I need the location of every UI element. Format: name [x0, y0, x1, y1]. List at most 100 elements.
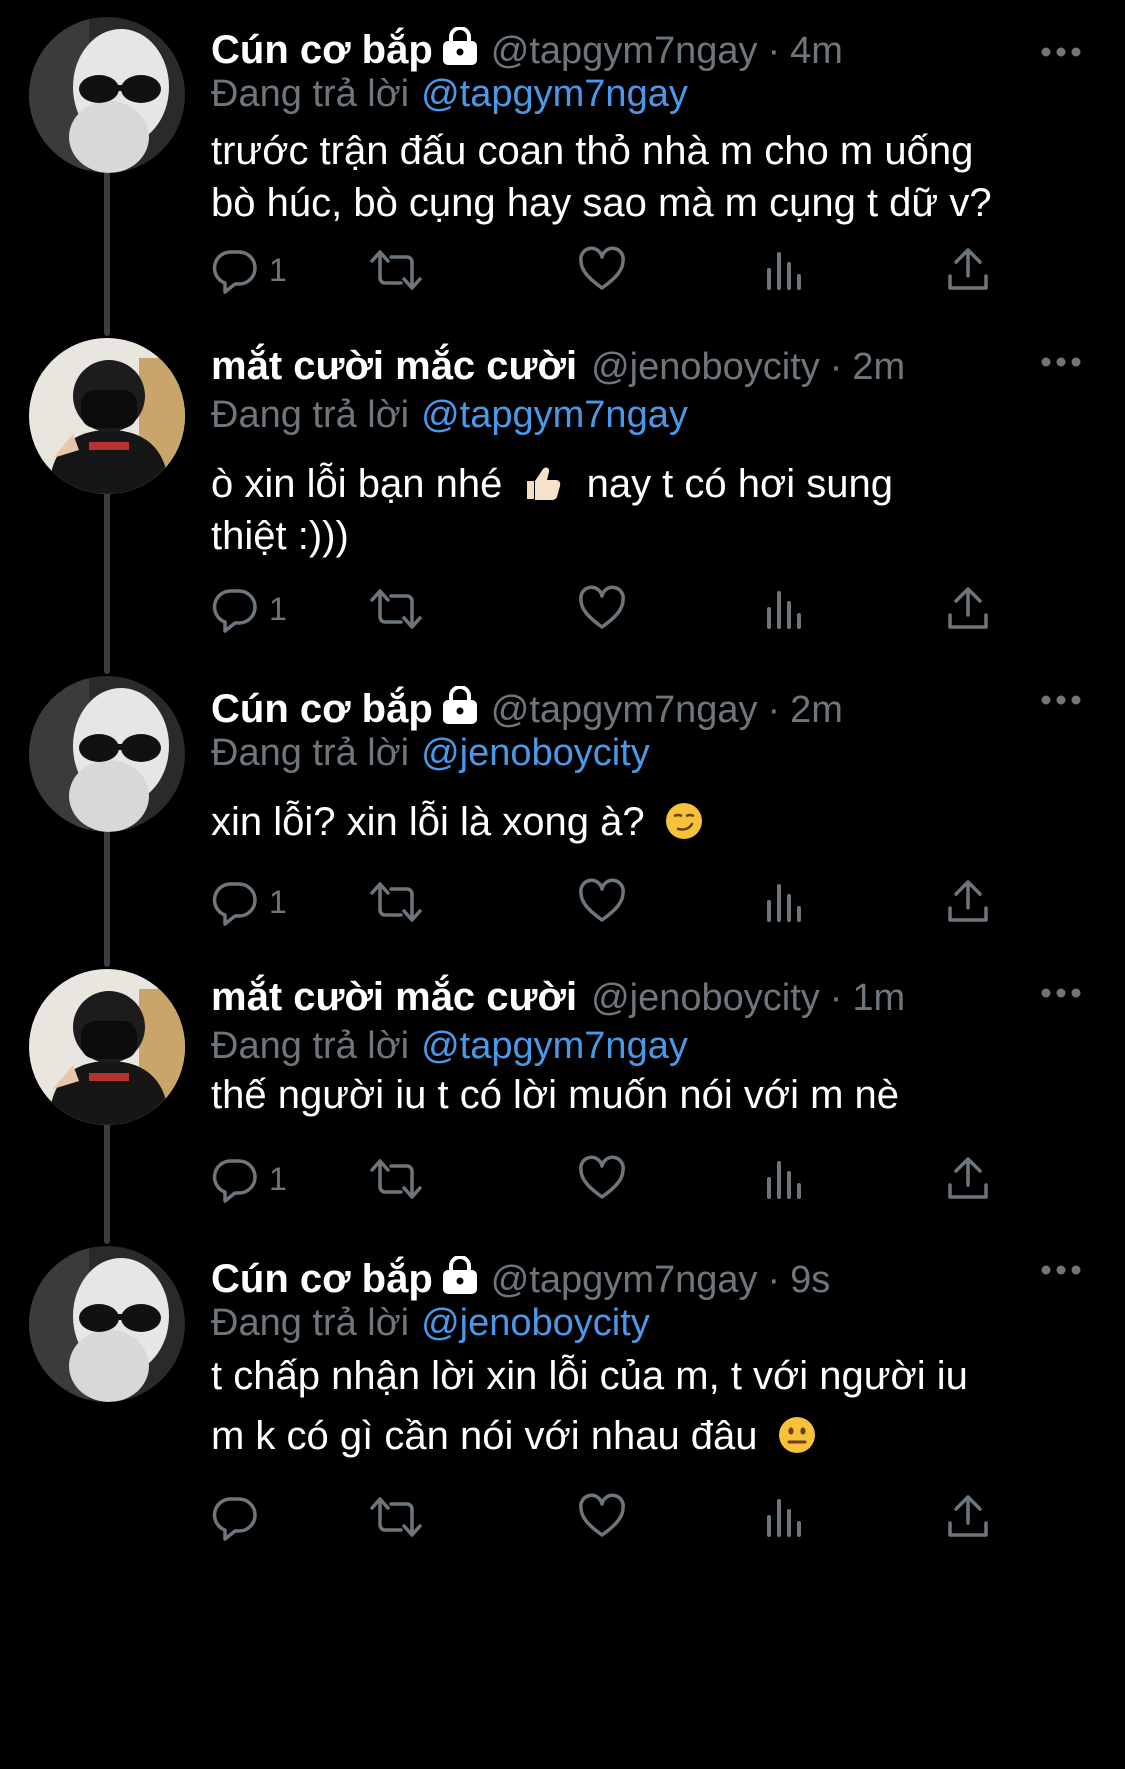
share-icon [948, 248, 988, 290]
retweet-button[interactable] [369, 244, 423, 296]
handle[interactable]: @tapgym7ngay [491, 689, 758, 732]
reply-target-link[interactable]: @tapgym7ngay [421, 1025, 688, 1067]
reply-button[interactable]: 1 [211, 1153, 287, 1205]
tweet-text-line: thiệt :))) [211, 514, 349, 558]
analytics-button[interactable] [765, 244, 805, 296]
person-avatar-icon [29, 969, 185, 1125]
smirk-emoji [665, 803, 702, 839]
action-bar: 1 [211, 876, 1011, 928]
reply-target-link[interactable]: @jenoboycity [421, 1302, 650, 1344]
reply-prefix: Đang trả lời [211, 1302, 410, 1344]
tweet[interactable]: Cún cơ bắp @tapgym7ngay · 9s Đang trả lờ… [0, 1246, 1125, 1566]
analytics-button[interactable] [765, 1153, 805, 1205]
share-button[interactable] [946, 1153, 990, 1205]
like-button[interactable] [578, 1491, 626, 1543]
timestamp[interactable]: 4m [790, 30, 843, 73]
tweet[interactable]: mắt cười mắc cười @jenoboycity · 2m Đang… [0, 338, 1125, 658]
timestamp[interactable]: 9s [790, 1259, 830, 1302]
analytics-icon [767, 1499, 801, 1537]
reply-target-link[interactable]: @tapgym7ngay [421, 73, 688, 115]
display-name[interactable]: mắt cười mắc cười [211, 344, 577, 389]
retweet-button[interactable] [369, 1491, 423, 1543]
like-button[interactable] [578, 244, 626, 296]
display-name[interactable]: Cún cơ bắp [211, 687, 433, 732]
like-button[interactable] [578, 876, 626, 928]
more-icon[interactable] [1041, 695, 1081, 705]
reply-target-link[interactable]: @tapgym7ngay [421, 394, 688, 436]
like-icon [579, 246, 625, 290]
analytics-button[interactable] [765, 1491, 805, 1543]
share-icon [948, 880, 988, 922]
like-icon [579, 1155, 625, 1199]
reply-icon [212, 250, 257, 294]
tweet[interactable]: Cún cơ bắp @tapgym7ngay · 4m Đang trả lờ… [0, 17, 1125, 317]
tweet[interactable]: Cún cơ bắp @tapgym7ngay · 2m Đang trả lờ… [0, 676, 1125, 946]
handle[interactable]: @jenoboycity [591, 346, 820, 389]
like-icon [579, 1493, 625, 1537]
more-icon[interactable] [1041, 47, 1081, 57]
tweet-text: xin lỗi? xin lỗi là xong à? [211, 796, 1091, 848]
analytics-icon [767, 591, 801, 629]
display-name[interactable]: Cún cơ bắp [211, 28, 433, 73]
like-button[interactable] [578, 583, 626, 635]
dog-avatar-icon [29, 17, 185, 173]
tweet-text: thế người iu t có lời muốn nói với m nè [211, 1069, 1091, 1121]
analytics-icon [767, 1161, 801, 1199]
analytics-button[interactable] [765, 583, 805, 635]
retweet-icon [370, 250, 422, 290]
handle[interactable]: @tapgym7ngay [491, 1259, 758, 1302]
avatar[interactable] [29, 969, 185, 1125]
handle[interactable]: @jenoboycity [591, 977, 820, 1020]
dog-avatar-icon [29, 1246, 185, 1402]
like-button[interactable] [578, 1153, 626, 1205]
reply-icon [212, 1497, 257, 1541]
more-icon[interactable] [1041, 988, 1081, 998]
reply-icon [212, 882, 257, 926]
timestamp[interactable]: 2m [852, 346, 905, 389]
avatar[interactable] [29, 1246, 185, 1402]
tweet[interactable]: mắt cười mắc cười @jenoboycity · 1m Đang… [0, 969, 1125, 1229]
tweet-text-line: ò xin lỗi bạn nhé nay t có hơi sung [211, 458, 1091, 510]
share-button[interactable] [946, 1491, 990, 1543]
reply-prefix: Đang trả lời [211, 732, 410, 774]
reply-target-link[interactable]: @jenoboycity [421, 732, 650, 774]
reply-button[interactable]: 1 [211, 244, 287, 296]
display-name[interactable]: mắt cười mắc cười [211, 975, 577, 1020]
dog-avatar-icon [29, 676, 185, 832]
analytics-button[interactable] [765, 876, 805, 928]
reply-button[interactable]: 1 [211, 583, 287, 635]
tweet-text-line: xin lỗi? xin lỗi là xong à? [211, 796, 1091, 848]
more-icon[interactable] [1041, 1265, 1081, 1275]
more-icon[interactable] [1041, 357, 1081, 367]
avatar[interactable] [29, 338, 185, 494]
retweet-button[interactable] [369, 1153, 423, 1205]
display-name[interactable]: Cún cơ bắp [211, 1257, 433, 1302]
tweet-header: mắt cười mắc cười @jenoboycity · 2m [211, 344, 905, 388]
tweet-text-segment: nay t có hơi sung [586, 462, 893, 506]
timestamp[interactable]: 1m [852, 977, 905, 1020]
lock-icon [441, 1255, 479, 1296]
reply-prefix: Đang trả lời [211, 394, 410, 436]
separator-dot: · [829, 346, 843, 388]
tweet-header: mắt cười mắc cười @jenoboycity · 1m [211, 975, 905, 1019]
reply-button[interactable]: 1 [211, 876, 287, 928]
share-button[interactable] [946, 583, 990, 635]
tweet-text-segment: ò xin lỗi bạn nhé [211, 462, 503, 506]
tweet-header: Cún cơ bắp @tapgym7ngay · 2m [211, 682, 843, 731]
avatar[interactable] [29, 17, 185, 173]
timestamp[interactable]: 2m [790, 689, 843, 732]
separator-dot: · [829, 977, 843, 1019]
retweet-button[interactable] [369, 583, 423, 635]
handle[interactable]: @tapgym7ngay [491, 30, 758, 73]
share-icon [948, 1157, 988, 1199]
tweet-text-line: thế người iu t có lời muốn nói với m nè [211, 1073, 899, 1117]
tweet-header: Cún cơ bắp @tapgym7ngay · 4m [211, 23, 843, 72]
retweet-button[interactable] [369, 876, 423, 928]
share-button[interactable] [946, 244, 990, 296]
lock-icon [441, 26, 479, 67]
tweet-text-line: bò húc, bò cụng hay sao mà m cụng t dữ v… [211, 181, 992, 225]
avatar[interactable] [29, 676, 185, 832]
reply-button[interactable] [211, 1491, 269, 1543]
share-button[interactable] [946, 876, 990, 928]
person-avatar-icon [29, 338, 185, 494]
